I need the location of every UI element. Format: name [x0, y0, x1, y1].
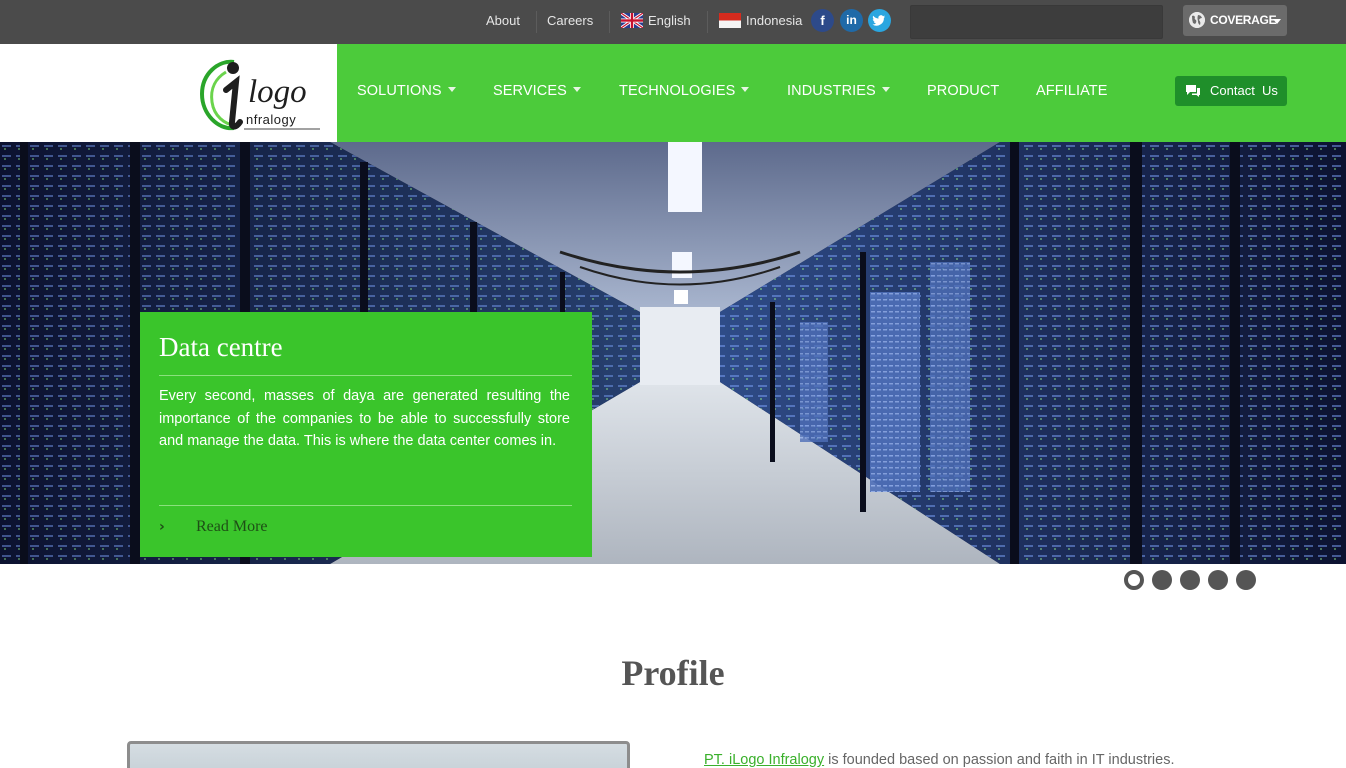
chevron-down-icon: [881, 86, 890, 92]
profile-image: [127, 741, 630, 768]
nav-label: SERVICES: [493, 83, 567, 99]
nav-label: INDUSTRIES: [787, 83, 876, 99]
slider-dot-5[interactable]: [1236, 570, 1256, 590]
chat-icon: [1186, 85, 1200, 97]
divider: [609, 11, 610, 33]
globe-icon: [1189, 12, 1205, 28]
english-link[interactable]: English: [648, 0, 691, 44]
hero-title: Data centre: [159, 332, 283, 362]
main-header: logo nfralogy SOLUTIONS SERVICES TECHNOL…: [0, 44, 1346, 142]
slider-dot-3[interactable]: [1180, 570, 1200, 590]
hero-caption: Data centre Every second, masses of daya…: [140, 312, 592, 557]
slider-dot-4[interactable]: [1208, 570, 1228, 590]
careers-link[interactable]: Careers: [547, 0, 593, 44]
chevron-right-icon: ›: [159, 519, 165, 535]
nav-services[interactable]: SERVICES: [493, 44, 581, 142]
indonesia-flag-icon[interactable]: [719, 13, 741, 28]
logo-area: logo nfralogy: [0, 44, 337, 142]
ilogo-logo[interactable]: logo nfralogy: [196, 52, 326, 136]
company-link[interactable]: PT. iLogo Infralogy: [704, 752, 824, 768]
profile-intro-text: is founded based on passion and faith in…: [824, 752, 1175, 768]
facebook-icon[interactable]: f: [811, 9, 834, 32]
nav-solutions[interactable]: SOLUTIONS: [357, 44, 456, 142]
nav-label: TECHNOLOGIES: [619, 83, 736, 99]
about-link[interactable]: About: [486, 0, 520, 44]
profile-intro: PT. iLogo Infralogy is founded based on …: [704, 752, 1216, 768]
read-more-label: Read More: [196, 518, 268, 535]
nav-label: SOLUTIONS: [357, 83, 442, 99]
chevron-down-icon: [572, 86, 581, 92]
divider: [159, 505, 572, 506]
nav-affiliate[interactable]: AFFILIATE: [1036, 44, 1108, 142]
divider: [536, 11, 537, 33]
slider-dot-2[interactable]: [1152, 570, 1172, 590]
svg-text:nfralogy: nfralogy: [246, 112, 296, 127]
nav-technologies[interactable]: TECHNOLOGIES: [619, 44, 750, 142]
chevron-down-icon: [741, 86, 750, 92]
top-bar: About Careers English Indonesia f in COV…: [0, 0, 1346, 44]
divider: [159, 375, 572, 376]
slider-dot-1[interactable]: [1124, 570, 1144, 590]
contact-us-button[interactable]: Contact Us: [1175, 76, 1287, 106]
nav-label: AFFILIATE: [1036, 83, 1108, 99]
read-more-link[interactable]: › Read More: [159, 517, 268, 537]
nav-industries[interactable]: INDUSTRIES: [787, 44, 890, 142]
hero-slider[interactable]: Data centre Every second, masses of daya…: [0, 142, 1346, 564]
twitter-icon[interactable]: [868, 9, 891, 32]
linkedin-icon[interactable]: in: [840, 9, 863, 32]
svg-text:logo: logo: [248, 74, 307, 110]
contact-us-label: Contact Us: [1210, 83, 1278, 98]
coverage-button[interactable]: COVERAGE: [1183, 5, 1287, 36]
divider: [707, 11, 708, 33]
chevron-down-icon: [1273, 19, 1281, 24]
nav-product[interactable]: PRODUCT: [927, 44, 999, 142]
search-input[interactable]: [910, 5, 1163, 39]
profile-heading: Profile: [621, 653, 725, 693]
nav-label: PRODUCT: [927, 83, 1000, 99]
coverage-label: COVERAGE: [1210, 13, 1277, 27]
indonesia-link[interactable]: Indonesia: [746, 0, 802, 44]
hero-description: Every second, masses of daya are generat…: [159, 388, 570, 449]
chevron-down-icon: [447, 86, 456, 92]
uk-flag-icon[interactable]: [621, 13, 643, 28]
